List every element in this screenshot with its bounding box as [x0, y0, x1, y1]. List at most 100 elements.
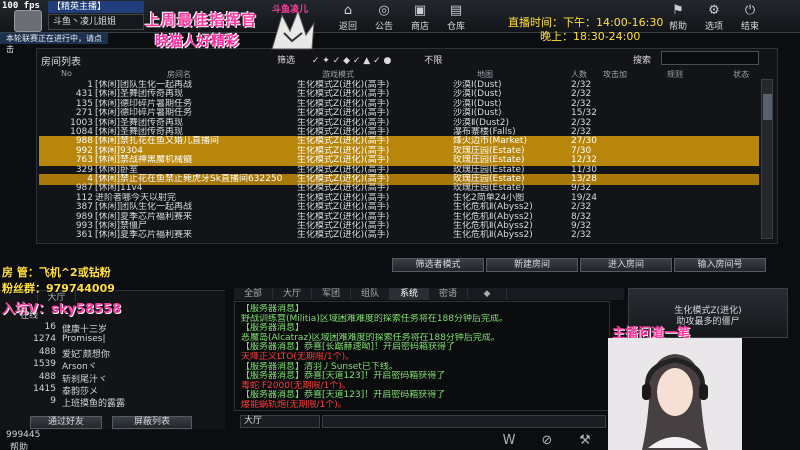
nav-label: 仓库	[446, 22, 465, 32]
friend-item[interactable]: 9 上班摸鱼的露露	[30, 396, 190, 410]
enter-room-id-button[interactable]: 输入房间号	[674, 258, 766, 272]
nav-options[interactable]: ⚙ 选项	[696, 2, 732, 32]
overlay-house-manager: 房 管：飞机^2或钻粉	[2, 266, 111, 279]
nav-label: 结束	[740, 22, 759, 32]
player-rank-label: 【精英主播】	[48, 1, 144, 13]
bottom-toolbar: W ⊘ ⚒	[490, 433, 604, 448]
chat-input[interactable]	[322, 415, 606, 428]
overlay-fans-group: 粉丝群：979744009	[2, 282, 115, 295]
search-label: 搜索	[633, 56, 652, 66]
friend-level: 1539	[33, 359, 56, 370]
room-player-count: 2/32	[571, 230, 592, 241]
announce-icon: ◎	[378, 3, 390, 18]
friend-level: 1415	[33, 384, 56, 394]
room-row[interactable]: 361 [休闲]夏季芯片福利赛来 生化模式Z(进化)(高手) 生化危机Ⅱ(Abyss2…	[39, 230, 759, 241]
shop-icon: ▣	[413, 3, 427, 18]
friend-item[interactable]: 488 爱妃 ̃颇想你	[30, 346, 190, 360]
online-label: 在线	[20, 311, 39, 321]
new-room-button[interactable]: 新建房间	[486, 258, 578, 272]
status-id: 999445	[6, 430, 41, 440]
room-list-title: 房间列表	[41, 57, 81, 68]
top-nav-right: ⚑ 帮助 ⚙ 选项 ⏻ 结束	[660, 2, 768, 32]
overlay-banner-title: 上周最佳指挥官	[145, 11, 258, 29]
col-mode: 游戏模式	[322, 70, 354, 79]
chat-channel-select[interactable]: 大厅	[240, 415, 320, 428]
webcam-overlay	[608, 338, 742, 450]
pass-friend-button[interactable]: 通过好友	[30, 416, 102, 429]
friend-item[interactable]: 1274 Promises|	[30, 334, 190, 345]
nav-warehouse[interactable]: ▤ 仓库	[438, 2, 474, 32]
warehouse-icon: ▤	[449, 3, 463, 18]
overlay-banner-subtitle: 晓猫人好精彩	[155, 34, 239, 50]
room-number: 361	[75, 230, 93, 241]
nav-label: 商店	[410, 22, 429, 32]
friend-level: 488	[38, 371, 56, 382]
chat-tab-all[interactable]: 全部	[234, 288, 273, 300]
filter-label: 筛选	[277, 56, 296, 66]
nav-shop[interactable]: ▣ 商店	[402, 2, 438, 32]
friend-item[interactable]: 488 斩刹尾汁ヾ	[30, 371, 190, 385]
filter-toolbar: 筛选 ✓ ✦ ✓ ◆ ✓ ▲ ✓ ● 不限	[277, 53, 442, 66]
friend-level: 9	[50, 396, 56, 407]
col-rules: 规则	[667, 70, 683, 79]
nav-back[interactable]: ⌂ 返回	[330, 2, 366, 32]
filter-icon[interactable]: ✓ ✦ ✓ ◆ ✓ ▲ ✓ ●	[312, 56, 391, 66]
scrollbar-thumb[interactable]	[763, 94, 772, 120]
help-link[interactable]: 帮助	[10, 440, 28, 450]
friend-name: 健康十三岁	[62, 325, 108, 335]
avatar[interactable]	[14, 10, 42, 32]
stream-schedule-line2: 晚上：18:30-24:00	[540, 30, 641, 43]
chat-tab-team[interactable]: 组队	[351, 288, 390, 300]
options-icon: ⚙	[708, 3, 720, 18]
nav-label: 公告	[374, 22, 393, 32]
col-count: 人数	[571, 70, 587, 79]
room-mode: 生化模式Z(进化)(高手)	[297, 230, 390, 241]
back-icon: ⌂	[343, 3, 353, 18]
webcam-person-icon	[608, 338, 742, 450]
chat-log: 【服务器消息】 野战训练营(Militia)区域困难难度的探索任务将在188分钟后…	[234, 301, 610, 411]
chat-tab-extra[interactable]: ◆	[468, 288, 507, 300]
chat-message: 爆能蜗轨炮(无期限/1个)。	[241, 400, 347, 410]
col-no: No	[61, 69, 72, 78]
block-list-button[interactable]: 屏蔽列表	[112, 416, 192, 429]
friend-name: 斩刹尾汁ヾ	[62, 374, 108, 385]
friend-item[interactable]: 1539 Arsonヾ	[30, 359, 190, 373]
nav-help[interactable]: ⚑ 帮助	[660, 2, 696, 32]
chat-tab-lobby[interactable]: 大厅	[273, 288, 312, 300]
nav-label: 选项	[704, 22, 723, 32]
room-map: 生化危机Ⅱ(Abyss2)	[453, 230, 533, 241]
weapon-icon[interactable]: W	[490, 433, 528, 448]
friend-item[interactable]: 16 健康十三岁	[30, 322, 190, 335]
help-icon: ⚑	[672, 3, 684, 18]
friend-name: Promises|	[62, 334, 106, 345]
notice-bar[interactable]: 本轮联赛正在进行中，请点击	[0, 33, 108, 54]
friend-name: Arsonヾ	[62, 362, 97, 373]
col-map: 地图	[477, 70, 493, 79]
filter-mode-button[interactable]: 筛选者模式	[392, 258, 484, 272]
nav-label: 帮助	[668, 22, 687, 32]
col-status: 状态	[733, 70, 749, 79]
room-name: [休闲]夏季芯片福利赛来	[95, 230, 193, 241]
exit-icon: ⏻	[744, 3, 756, 18]
friend-level: 488	[38, 346, 56, 357]
friend-name: 泰韵莎メ	[62, 387, 99, 397]
filter-value[interactable]: 不限	[424, 56, 442, 66]
room-list-panel: 房间列表 筛选 ✓ ✦ ✓ ◆ ✓ ▲ ✓ ● 不限 搜索 No 房间名 游戏模…	[36, 48, 778, 244]
room-list-scrollbar[interactable]	[761, 79, 773, 239]
chat-tab-whisper[interactable]: 密语	[429, 288, 468, 300]
wrench-icon[interactable]: ⚒	[566, 433, 604, 448]
overlay-logo-text: 斗鱼凌儿	[272, 5, 309, 15]
chat-tab-system[interactable]: 系统	[390, 288, 429, 300]
friend-item[interactable]: 1415 泰韵莎メ	[30, 384, 190, 397]
nav-label: 返回	[338, 22, 357, 32]
enter-room-button[interactable]: 进入房间	[580, 258, 672, 272]
search-input[interactable]	[661, 51, 759, 65]
col-name: 房间名	[167, 70, 191, 79]
nav-announce[interactable]: ◎ 公告	[366, 2, 402, 32]
friend-level: 16	[44, 322, 56, 332]
nav-exit[interactable]: ⏻ 结束	[732, 2, 768, 32]
chat-tab-legion[interactable]: 军团	[312, 288, 351, 300]
compass-icon[interactable]: ⊘	[528, 433, 566, 448]
friend-name: 爱妃 ̃颇想你	[62, 349, 110, 360]
friend-name: 上班摸鱼的露露	[62, 399, 126, 410]
